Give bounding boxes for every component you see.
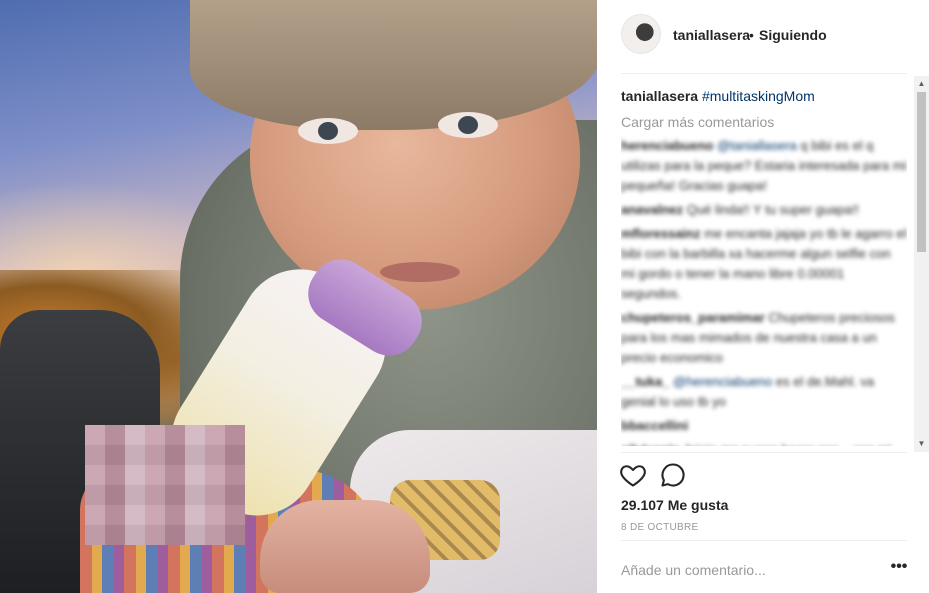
- comment-item: chupeteros_paramimar Chupeteros precioso…: [621, 308, 907, 368]
- comment-item: silvivenia Jajaja me suena hacer eso ...…: [621, 440, 907, 446]
- input-divider: [621, 540, 907, 541]
- load-more-comments-button[interactable]: Cargar más comentarios: [621, 112, 907, 132]
- comment-text: Qué linda!! Y tu super guapa!!: [686, 202, 860, 217]
- likes-count[interactable]: 29.107 Me gusta: [621, 497, 728, 513]
- scroll-up-arrow-icon[interactable]: ▲: [914, 78, 929, 90]
- follow-status-button[interactable]: Siguiendo: [759, 27, 827, 43]
- post-header: taniallasera • Siguiendo: [597, 0, 929, 73]
- photo-mouth: [380, 262, 460, 282]
- header-divider: [621, 73, 907, 74]
- comment-mention[interactable]: @taniallasera: [717, 138, 797, 153]
- comment-username[interactable]: mfloressainz: [621, 226, 700, 241]
- scroll-down-arrow-icon[interactable]: ▼: [914, 438, 929, 450]
- heart-icon[interactable]: [619, 461, 647, 489]
- photo-pixelated-face: [85, 425, 245, 545]
- post-caption: taniallasera #multitaskingMom: [621, 86, 907, 106]
- header-separator: •: [749, 27, 754, 43]
- more-options-icon[interactable]: •••: [889, 559, 909, 580]
- comment-entries: herenciabueno @taniallasera q bibi es el…: [621, 136, 907, 446]
- comment-item: anavalnez Qué linda!! Y tu super guapa!!: [621, 200, 907, 220]
- post-side-panel: taniallasera • Siguiendo taniallasera #m…: [597, 0, 929, 593]
- add-comment-input[interactable]: [621, 560, 871, 580]
- scroll-thumb[interactable]: [917, 92, 926, 252]
- photo-eye-right: [438, 112, 498, 138]
- comments-scrollbar[interactable]: ▲ ▼: [914, 76, 929, 452]
- caption-username[interactable]: taniallasera: [621, 88, 698, 104]
- comment-item: herenciabueno @taniallasera q bibi es el…: [621, 136, 907, 196]
- comment-mention[interactable]: @herenciabueno: [673, 374, 772, 389]
- profile-avatar[interactable]: [621, 14, 661, 54]
- comment-item: __tuka_ @herenciabueno es el de.Mahl. va…: [621, 372, 907, 412]
- comment-item: bbaccellini: [621, 416, 907, 436]
- comment-username[interactable]: chupeteros_paramimar: [621, 310, 765, 325]
- comment-username[interactable]: bbaccellini: [621, 418, 688, 433]
- photo-baby-hand: [260, 500, 430, 593]
- comment-username[interactable]: silvivenia: [621, 442, 680, 446]
- header-username[interactable]: taniallasera: [673, 27, 750, 43]
- comments-list: taniallasera #multitaskingMom Cargar más…: [621, 86, 907, 446]
- post-photo: [0, 0, 597, 593]
- photo-eye-left: [298, 118, 358, 144]
- comment-username[interactable]: __tuka_: [621, 374, 669, 389]
- comment-username[interactable]: anavalnez: [621, 202, 683, 217]
- comment-bubble-icon[interactable]: [659, 461, 687, 489]
- comment-item: mfloressainz me encanta jajaja yo tb le …: [621, 224, 907, 304]
- caption-hashtag[interactable]: #multitaskingMom: [702, 88, 815, 104]
- actions-divider: [621, 452, 907, 453]
- post-date[interactable]: 8 DE OCTUBRE: [621, 522, 699, 533]
- comment-username[interactable]: herenciabueno: [621, 138, 713, 153]
